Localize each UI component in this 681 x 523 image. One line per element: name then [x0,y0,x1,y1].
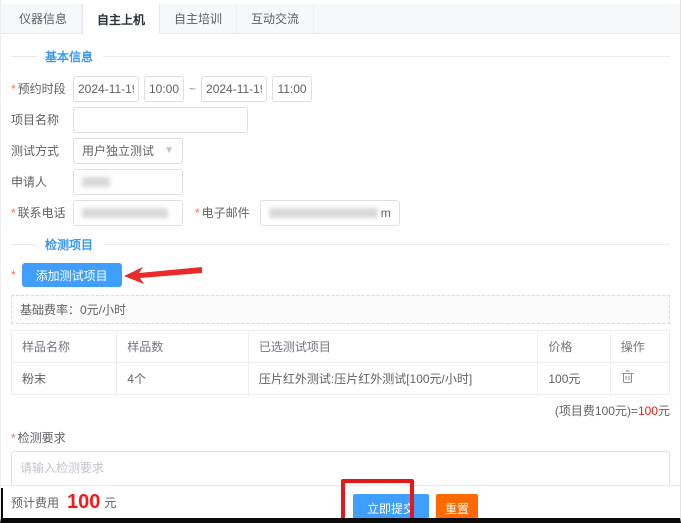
fee-summary-prefix: (项目费100元)= [554,404,638,418]
instrument-booking-page: 仪器信息 自主上机 自主培训 互动交流 基本信息 *预约时段 ~ 项目名称 [0,0,681,523]
divider-line [103,56,670,57]
add-test-item-button[interactable]: 添加测试项目 [21,263,122,287]
delete-item-button[interactable] [621,370,634,384]
row-test-mode: 测试方式 用户独立测试 ▼ [11,137,670,164]
redacted-applicant-value [82,176,110,187]
start-time-input[interactable] [144,75,184,102]
project-name-input[interactable] [73,106,248,133]
header-price: 价格 [537,330,611,363]
tab-instrument-info[interactable]: 仪器信息 [5,4,83,33]
reset-button[interactable]: 重置 [436,494,479,518]
cell-selected-tests: 压片红外测试:压片红外测试[100元/小时] [247,362,539,395]
email-visible-suffix: m [380,205,391,220]
divider-line [11,244,37,245]
divider-line [11,56,37,57]
submit-button[interactable]: 立即提交 [353,494,430,518]
section-basic-info-title: 基本信息 [45,50,94,64]
tab-interaction[interactable]: 互动交流 [237,4,315,33]
applicant-input[interactable] [73,168,183,195]
date-range-separator: ~ [189,81,197,96]
tab-self-training[interactable]: 自主培训 [160,4,238,33]
required-star: * [195,206,200,220]
test-mode-select[interactable]: 用户独立测试 ▼ [73,137,183,164]
fee-summary: (项目费100元)=100元 [11,402,670,419]
divider-line [103,244,670,245]
window-frame-edge [1,488,3,518]
end-date-input[interactable] [201,75,268,102]
red-annotation-arrow-icon [123,267,202,284]
tab-bar: 仪器信息 自主上机 自主培训 互动交流 [1,4,680,34]
base-rate-box: 基础费率：0元/小时 [11,295,670,324]
requirements-label: * 检测要求 [11,431,66,445]
required-star: * [11,431,16,445]
applicant-label: 申请人 [11,175,48,189]
header-sample-count: 样品数 [116,330,249,363]
row-project-name: 项目名称 [11,106,670,133]
row-reservation-period: *预约时段 ~ [11,75,670,102]
table-row: 粉末 4个 压片红外测试:压片红外测试[100元/小时] 100元 [10,362,671,395]
header-sample-name: 样品名称 [10,330,118,363]
footer-buttons: 立即提交 重置 [353,494,479,518]
fee-summary-value: 100 [637,404,658,418]
form-content: 基本信息 *预约时段 ~ 项目名称 测试方式 用户独立测试 ▼ [1,34,680,518]
row-applicant: 申请人 [11,168,670,195]
test-items-table: 样品名称 样品数 已选测试项目 价格 操作 粉末 4个 压片红外测试:压片红外测… [10,330,671,395]
section-test-items-title: 检测项目 [45,238,94,252]
add-test-item-row: * 添加测试项目 [11,263,670,287]
estimated-fee-label: 预计费用 [11,495,60,510]
cell-price: 100元 [537,362,611,395]
start-date-input[interactable] [73,75,139,102]
redacted-phone-value [82,207,168,218]
test-mode-value: 用户独立测试 [82,144,155,158]
required-star: * [11,82,16,96]
header-selected-tests: 已选测试项目 [247,330,539,363]
redacted-email-value [268,207,378,218]
chevron-down-icon: ▼ [164,145,174,156]
end-time-input[interactable] [272,75,313,102]
table-header-row: 样品名称 样品数 已选测试项目 价格 操作 [10,330,671,363]
fee-summary-unit: 元 [657,404,670,418]
cell-sample-name: 粉末 [10,362,118,395]
required-star: * [11,268,16,282]
estimated-fee-unit: 元 [104,495,117,510]
footer-bar: 预计费用 100 元 立即提交 重置 [1,479,680,518]
row-contact: * 联系电话 * 电子邮件 m [11,199,670,226]
estimated-fee-value: 100 [67,491,101,513]
email-input[interactable]: m [259,199,400,226]
header-operation: 操作 [609,330,671,363]
required-star: * [11,206,16,220]
email-label: * 电子邮件 [195,206,250,220]
tab-self-operation[interactable]: 自主上机 [82,4,161,34]
section-basic-info: 基本信息 [11,48,670,65]
trash-icon [621,370,634,383]
phone-label: * 联系电话 [11,206,66,220]
base-rate-text: 基础费率：0元/小时 [20,303,127,317]
reservation-label: * 预约时段 [11,82,66,96]
cell-sample-count: 4个 [116,362,249,395]
phone-input[interactable] [73,199,183,226]
test-mode-label: 测试方式 [11,144,60,158]
project-name-label: 项目名称 [11,113,60,127]
section-test-items: 检测项目 [11,236,670,253]
